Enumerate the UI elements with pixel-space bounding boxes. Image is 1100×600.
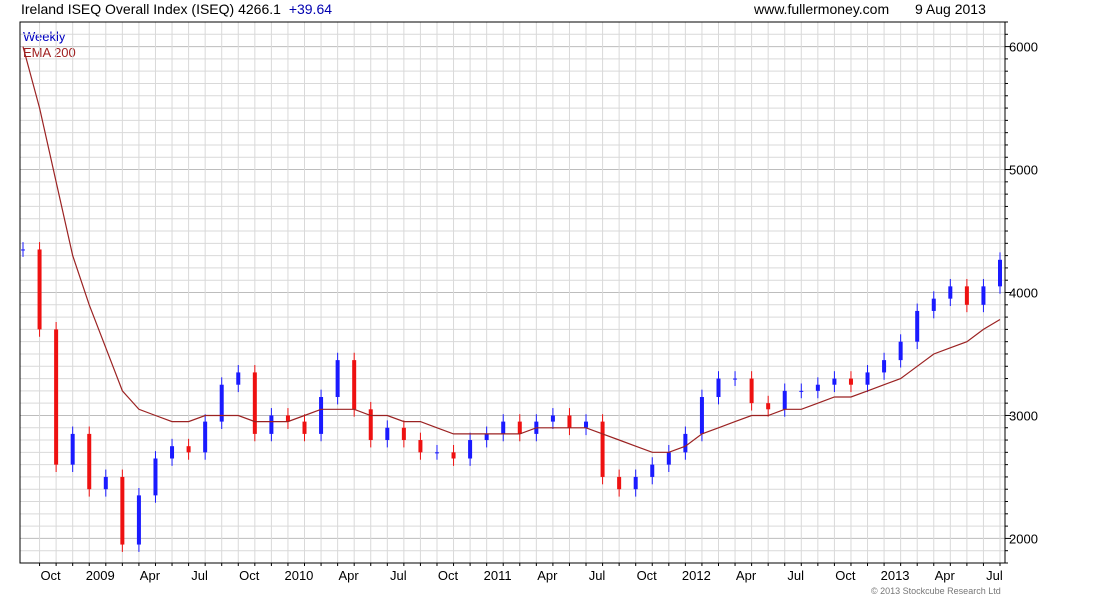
candle-body bbox=[136, 495, 141, 545]
candle-body bbox=[981, 286, 986, 305]
candle-body bbox=[103, 476, 108, 490]
candle-body bbox=[716, 378, 721, 398]
x-tick-label: 2011 bbox=[484, 568, 512, 583]
grid bbox=[20, 21, 1005, 564]
candle-body bbox=[683, 433, 688, 453]
candle-body bbox=[87, 433, 92, 490]
x-tick-label: Oct bbox=[40, 568, 61, 583]
x-tick-label: Apr bbox=[736, 568, 757, 583]
candle-body bbox=[385, 427, 390, 441]
candle-body bbox=[269, 415, 274, 434]
x-tick-label: Jul bbox=[589, 568, 606, 583]
candle-body bbox=[186, 446, 191, 453]
candle-body bbox=[468, 440, 473, 459]
candle-body bbox=[915, 310, 920, 342]
candle-body bbox=[120, 476, 125, 545]
candle-body bbox=[699, 397, 704, 434]
x-tick-label: Oct bbox=[835, 568, 856, 583]
x-tick-label: Oct bbox=[239, 568, 260, 583]
chart-marks bbox=[21, 46, 1002, 552]
y-tick-label: 4000 bbox=[1009, 286, 1038, 301]
x-tick-label: 2012 bbox=[682, 568, 711, 583]
candle-body bbox=[600, 421, 605, 477]
x-tick-label: Jul bbox=[787, 568, 804, 583]
x-tick-label: Apr bbox=[339, 568, 360, 583]
candle-body bbox=[501, 421, 506, 434]
candle-body bbox=[302, 421, 307, 434]
candle-body bbox=[633, 476, 638, 490]
x-tick-label: Apr bbox=[140, 568, 161, 583]
y-tick-label: 2000 bbox=[1009, 531, 1038, 546]
x-tick-label: Apr bbox=[537, 568, 558, 583]
candle-body bbox=[584, 421, 589, 428]
x-tick-label: Apr bbox=[935, 568, 956, 583]
candle-body bbox=[865, 372, 870, 385]
candle-body bbox=[815, 384, 820, 391]
ema-line bbox=[22, 46, 1001, 453]
candle-body bbox=[567, 415, 572, 428]
x-tick-label: Jul bbox=[986, 568, 1003, 583]
x-tick-label: Oct bbox=[637, 568, 658, 583]
candle-body bbox=[617, 476, 622, 490]
y-tick-label: 6000 bbox=[1009, 40, 1038, 55]
x-tick-label: Oct bbox=[438, 568, 459, 583]
candle-body bbox=[832, 378, 837, 385]
candle-body bbox=[335, 360, 340, 398]
candle-body bbox=[451, 452, 456, 459]
candle-body bbox=[749, 378, 754, 404]
x-tick-label: Jul bbox=[191, 568, 208, 583]
candle-body bbox=[434, 452, 439, 454]
candle-body bbox=[54, 329, 59, 465]
candle-body bbox=[898, 341, 903, 361]
candle-body bbox=[37, 249, 42, 330]
axes: 2000 3000 4000 5000 6000 Oct 2009 Apr Jul Oct 2010… bbox=[19, 21, 1038, 583]
y-tick-label: 5000 bbox=[1009, 163, 1038, 178]
candle-body bbox=[848, 378, 853, 385]
candle-body bbox=[666, 452, 671, 465]
candle-body bbox=[948, 286, 953, 299]
x-tick-label: 2009 bbox=[86, 568, 115, 583]
candle-body bbox=[964, 286, 969, 305]
y-tick-label: 3000 bbox=[1009, 408, 1038, 423]
candle-body bbox=[782, 390, 787, 410]
x-tick-label: Jul bbox=[390, 568, 407, 583]
candle-body bbox=[203, 421, 208, 453]
candle-body bbox=[252, 372, 257, 434]
candle-body bbox=[153, 458, 158, 496]
candle-body bbox=[998, 259, 1002, 287]
x-tick-label: 2013 bbox=[881, 568, 910, 583]
copyright: © 2013 Stockcube Research Ltd bbox=[871, 586, 1001, 596]
candle-body bbox=[882, 360, 887, 373]
candle-body bbox=[733, 378, 738, 380]
candle-body bbox=[236, 372, 241, 385]
candle-body bbox=[21, 249, 25, 251]
candle-body bbox=[799, 390, 804, 392]
candle-body bbox=[401, 427, 406, 441]
candle-body bbox=[931, 298, 936, 311]
candle-body bbox=[550, 415, 555, 422]
candle-body bbox=[352, 360, 357, 410]
x-tick-label: 2010 bbox=[284, 568, 313, 583]
candle-body bbox=[766, 403, 771, 410]
candle-body bbox=[650, 464, 655, 477]
candle-body bbox=[319, 397, 324, 434]
candle-body bbox=[418, 440, 423, 453]
price-chart: 2000 3000 4000 5000 6000 Oct 2009 Apr Jul Oct 2010… bbox=[19, 21, 1038, 583]
candle-body bbox=[484, 433, 489, 441]
candle-body bbox=[170, 446, 175, 459]
candle-body bbox=[70, 433, 75, 465]
candle-body bbox=[517, 421, 522, 434]
candle-body bbox=[368, 409, 373, 441]
